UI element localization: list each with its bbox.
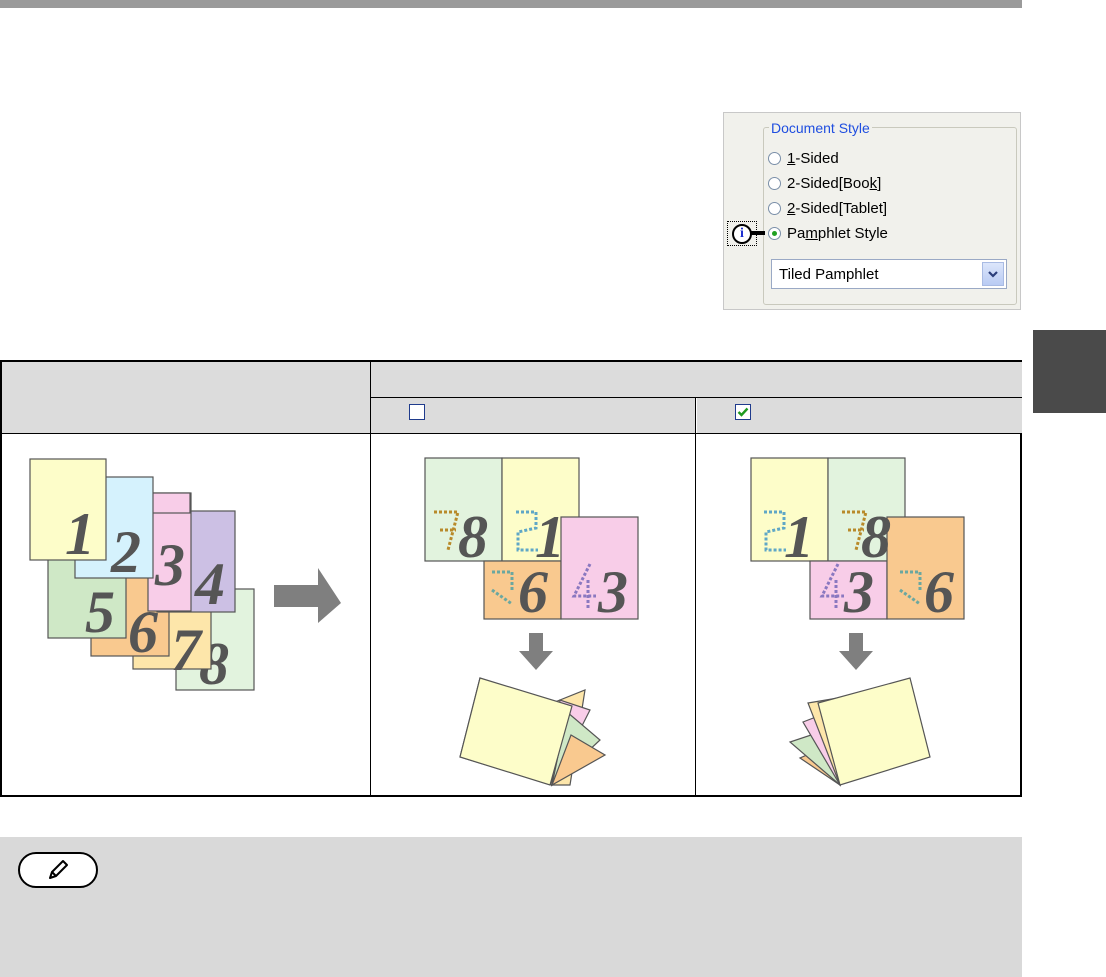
header-cell-result	[371, 362, 1022, 397]
info-pointer-icon	[751, 231, 765, 235]
radio-label: Pamphlet Style	[787, 224, 888, 242]
pencil-icon	[49, 860, 68, 879]
row-divider	[2, 433, 1022, 434]
pamphlet-style-dropdown[interactable]: Tiled Pamphlet	[771, 259, 1007, 289]
radio-1-sided[interactable]: 1-Sided	[768, 147, 839, 169]
column-divider	[370, 362, 371, 797]
top-rule	[0, 0, 1022, 8]
note-box	[0, 837, 1022, 977]
radio-label: 2-Sided[Tablet]	[787, 199, 888, 217]
radio-circle[interactable]	[768, 201, 781, 215]
document-style-legend: Document Style	[769, 120, 872, 136]
header-cell-original	[2, 362, 370, 434]
dropdown-value: Tiled Pamphlet	[779, 266, 879, 283]
radio-pamphlet-style[interactable]: Pamphlet Style	[768, 222, 888, 244]
checkbox-unchecked[interactable]	[409, 404, 425, 420]
pamphlet-comparison-table	[0, 360, 1022, 797]
column-divider	[695, 397, 696, 797]
radio-label: 1-Sided	[787, 149, 839, 167]
checkbox-checked[interactable]	[735, 404, 751, 420]
info-icon: i	[732, 223, 752, 244]
radio-circle-selected[interactable]	[768, 226, 781, 240]
radio-label: 2-Sided[Book]	[787, 174, 882, 192]
radio-circle[interactable]	[768, 151, 781, 165]
row-divider	[370, 397, 1022, 398]
radio-2-sided-tablet[interactable]: 2-Sided[Tablet]	[768, 197, 887, 219]
chevron-down-icon[interactable]	[982, 262, 1004, 286]
check-icon	[737, 407, 749, 417]
chapter-tab	[1033, 330, 1106, 413]
note-badge	[18, 852, 98, 888]
radio-2-sided-book[interactable]: 2-Sided[Book]	[768, 172, 881, 194]
document-style-panel: Document Style 1-Sided 2-Sided[Book] 2-S…	[723, 112, 1021, 310]
radio-circle[interactable]	[768, 176, 781, 190]
